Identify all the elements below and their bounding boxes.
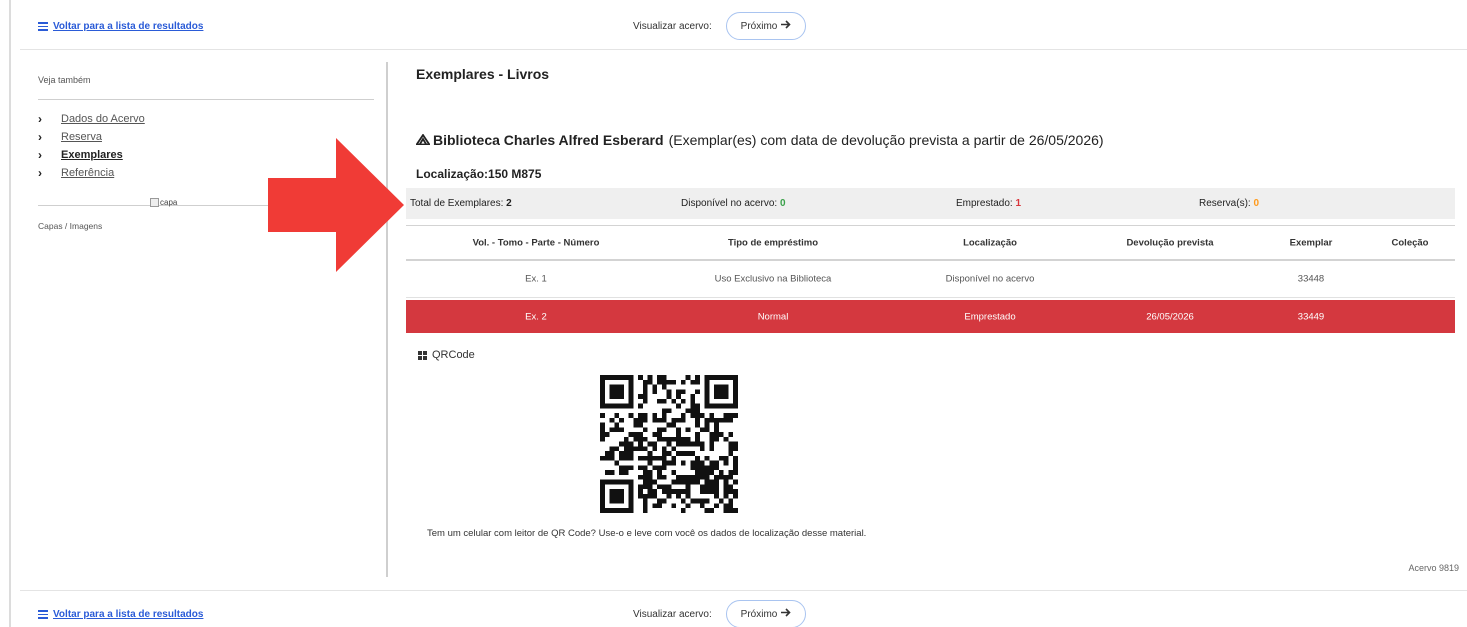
sidebar-item-label: Dados do Acervo: [61, 113, 145, 125]
library-name: Biblioteca Charles Alfred Esberard: [433, 132, 664, 148]
arrow-right-icon: [781, 608, 791, 620]
table-cell: Normal: [757, 311, 789, 322]
reserves-value: 0: [1253, 198, 1260, 209]
sidebar-item-label: Reserva: [61, 131, 102, 143]
broken-image-icon: [150, 198, 159, 207]
view-record-label: Visualizar acervo:: [633, 21, 712, 32]
reserves-count: Reserva(s): 0: [1199, 198, 1259, 209]
top-divider: [20, 49, 1467, 50]
list-icon: [38, 22, 48, 31]
loaned-copies: Emprestado: 1: [956, 198, 1021, 209]
next-record-button[interactable]: Próximo: [726, 12, 806, 40]
chevron-right-icon: ›: [38, 148, 42, 162]
sidebar-item-label: Exemplares: [61, 149, 123, 161]
next-button-label: Próximo: [740, 608, 778, 620]
library-note: (Exemplar(es) com data de devolução prev…: [668, 132, 1104, 148]
total-copies-label: Total de Exemplares:: [410, 198, 504, 209]
bottom-divider: [20, 590, 1467, 591]
library-heading: Biblioteca Charles Alfred Esberard (Exem…: [416, 132, 1104, 148]
chevron-right-icon: ›: [38, 166, 42, 180]
qrcode-title: QRCode: [432, 349, 475, 361]
qrcode-icon: [418, 350, 427, 360]
reserves-label: Reserva(s):: [1199, 198, 1251, 209]
back-to-results-link[interactable]: Voltar para a lista de resultados: [38, 21, 203, 32]
next-record-button[interactable]: Próximo: [726, 600, 806, 627]
chevron-right-icon: ›: [38, 112, 42, 126]
table-row: Ex. 1 Uso Exclusivo na Biblioteca Dispon…: [406, 261, 1455, 298]
top-navigation: Voltar para a lista de resultados Visual…: [0, 6, 1467, 50]
available-copies: Disponível no acervo: 0: [681, 198, 786, 209]
list-icon: [38, 610, 48, 619]
table-cell: 26/05/2026: [1146, 311, 1194, 322]
table-cell: Disponível no acervo: [945, 273, 1035, 285]
back-to-results-link[interactable]: Voltar para a lista de resultados: [38, 609, 203, 620]
table-header: Vol. - Tomo - Parte - Número Tipo de emp…: [406, 225, 1455, 261]
location-label: Localização:150 M875: [416, 167, 542, 181]
next-button-label: Próximo: [740, 20, 778, 32]
column-header: Localização: [963, 237, 1017, 248]
total-copies: Total de Exemplares: 2: [410, 198, 512, 209]
table-cell: Ex. 1: [525, 273, 547, 285]
view-record-label: Visualizar acervo:: [633, 609, 712, 620]
left-edge-rule: [9, 0, 11, 627]
column-header: Devolução prevista: [1126, 237, 1214, 248]
loaned-label: Emprestado:: [956, 198, 1013, 209]
copies-table: Vol. - Tomo - Parte - Número Tipo de emp…: [406, 225, 1455, 333]
chevron-right-icon: ›: [38, 130, 42, 144]
qrcode-heading: QRCode: [418, 349, 475, 361]
table-row-loaned: Ex. 2 Normal Emprestado 26/05/2026 33449: [406, 300, 1455, 333]
sidebar-divider: [38, 99, 374, 100]
table-cell: Emprestado: [964, 311, 1016, 322]
table-cell: 33448: [1297, 273, 1325, 285]
record-id: Acervo 9819: [1408, 563, 1459, 573]
page-title: Exemplares - Livros: [416, 66, 550, 82]
column-header: Coleção: [1391, 237, 1429, 248]
table-cell: Ex. 2: [525, 311, 547, 322]
totals-bar: Total de Exemplares: 2 Disponível no ace…: [406, 188, 1455, 219]
bottom-navigation: Voltar para a lista de resultados Visual…: [0, 594, 1467, 627]
table-cell: Uso Exclusivo na Biblioteca: [714, 273, 832, 285]
column-header: Exemplar: [1289, 237, 1333, 248]
cover-image: capa: [150, 198, 177, 207]
available-label: Disponível no acervo:: [681, 198, 778, 209]
sidebar-item-label: Referência: [61, 167, 115, 179]
back-to-results-label: Voltar para a lista de resultados: [53, 21, 204, 32]
see-also-heading: Veja também: [38, 75, 91, 85]
library-icon: [416, 132, 430, 148]
loaned-value: 1: [1015, 198, 1022, 209]
cover-alt-text: capa: [160, 198, 178, 207]
sidebar-item-dados-do-acervo[interactable]: › Dados do Acervo: [38, 110, 374, 128]
arrow-right-icon: [781, 20, 791, 32]
total-copies-value: 2: [506, 198, 512, 209]
red-arrow-annotation: [268, 138, 404, 272]
column-header: Vol. - Tomo - Parte - Número: [472, 237, 600, 248]
qrcode-caption: Tem um celular com leitor de QR Code? Us…: [427, 528, 867, 539]
table-cell: 33449: [1297, 311, 1325, 322]
available-value: 0: [779, 198, 786, 209]
column-header: Tipo de empréstimo: [727, 237, 819, 248]
back-to-results-label: Voltar para a lista de resultados: [53, 609, 204, 620]
qrcode-image: [600, 375, 738, 513]
